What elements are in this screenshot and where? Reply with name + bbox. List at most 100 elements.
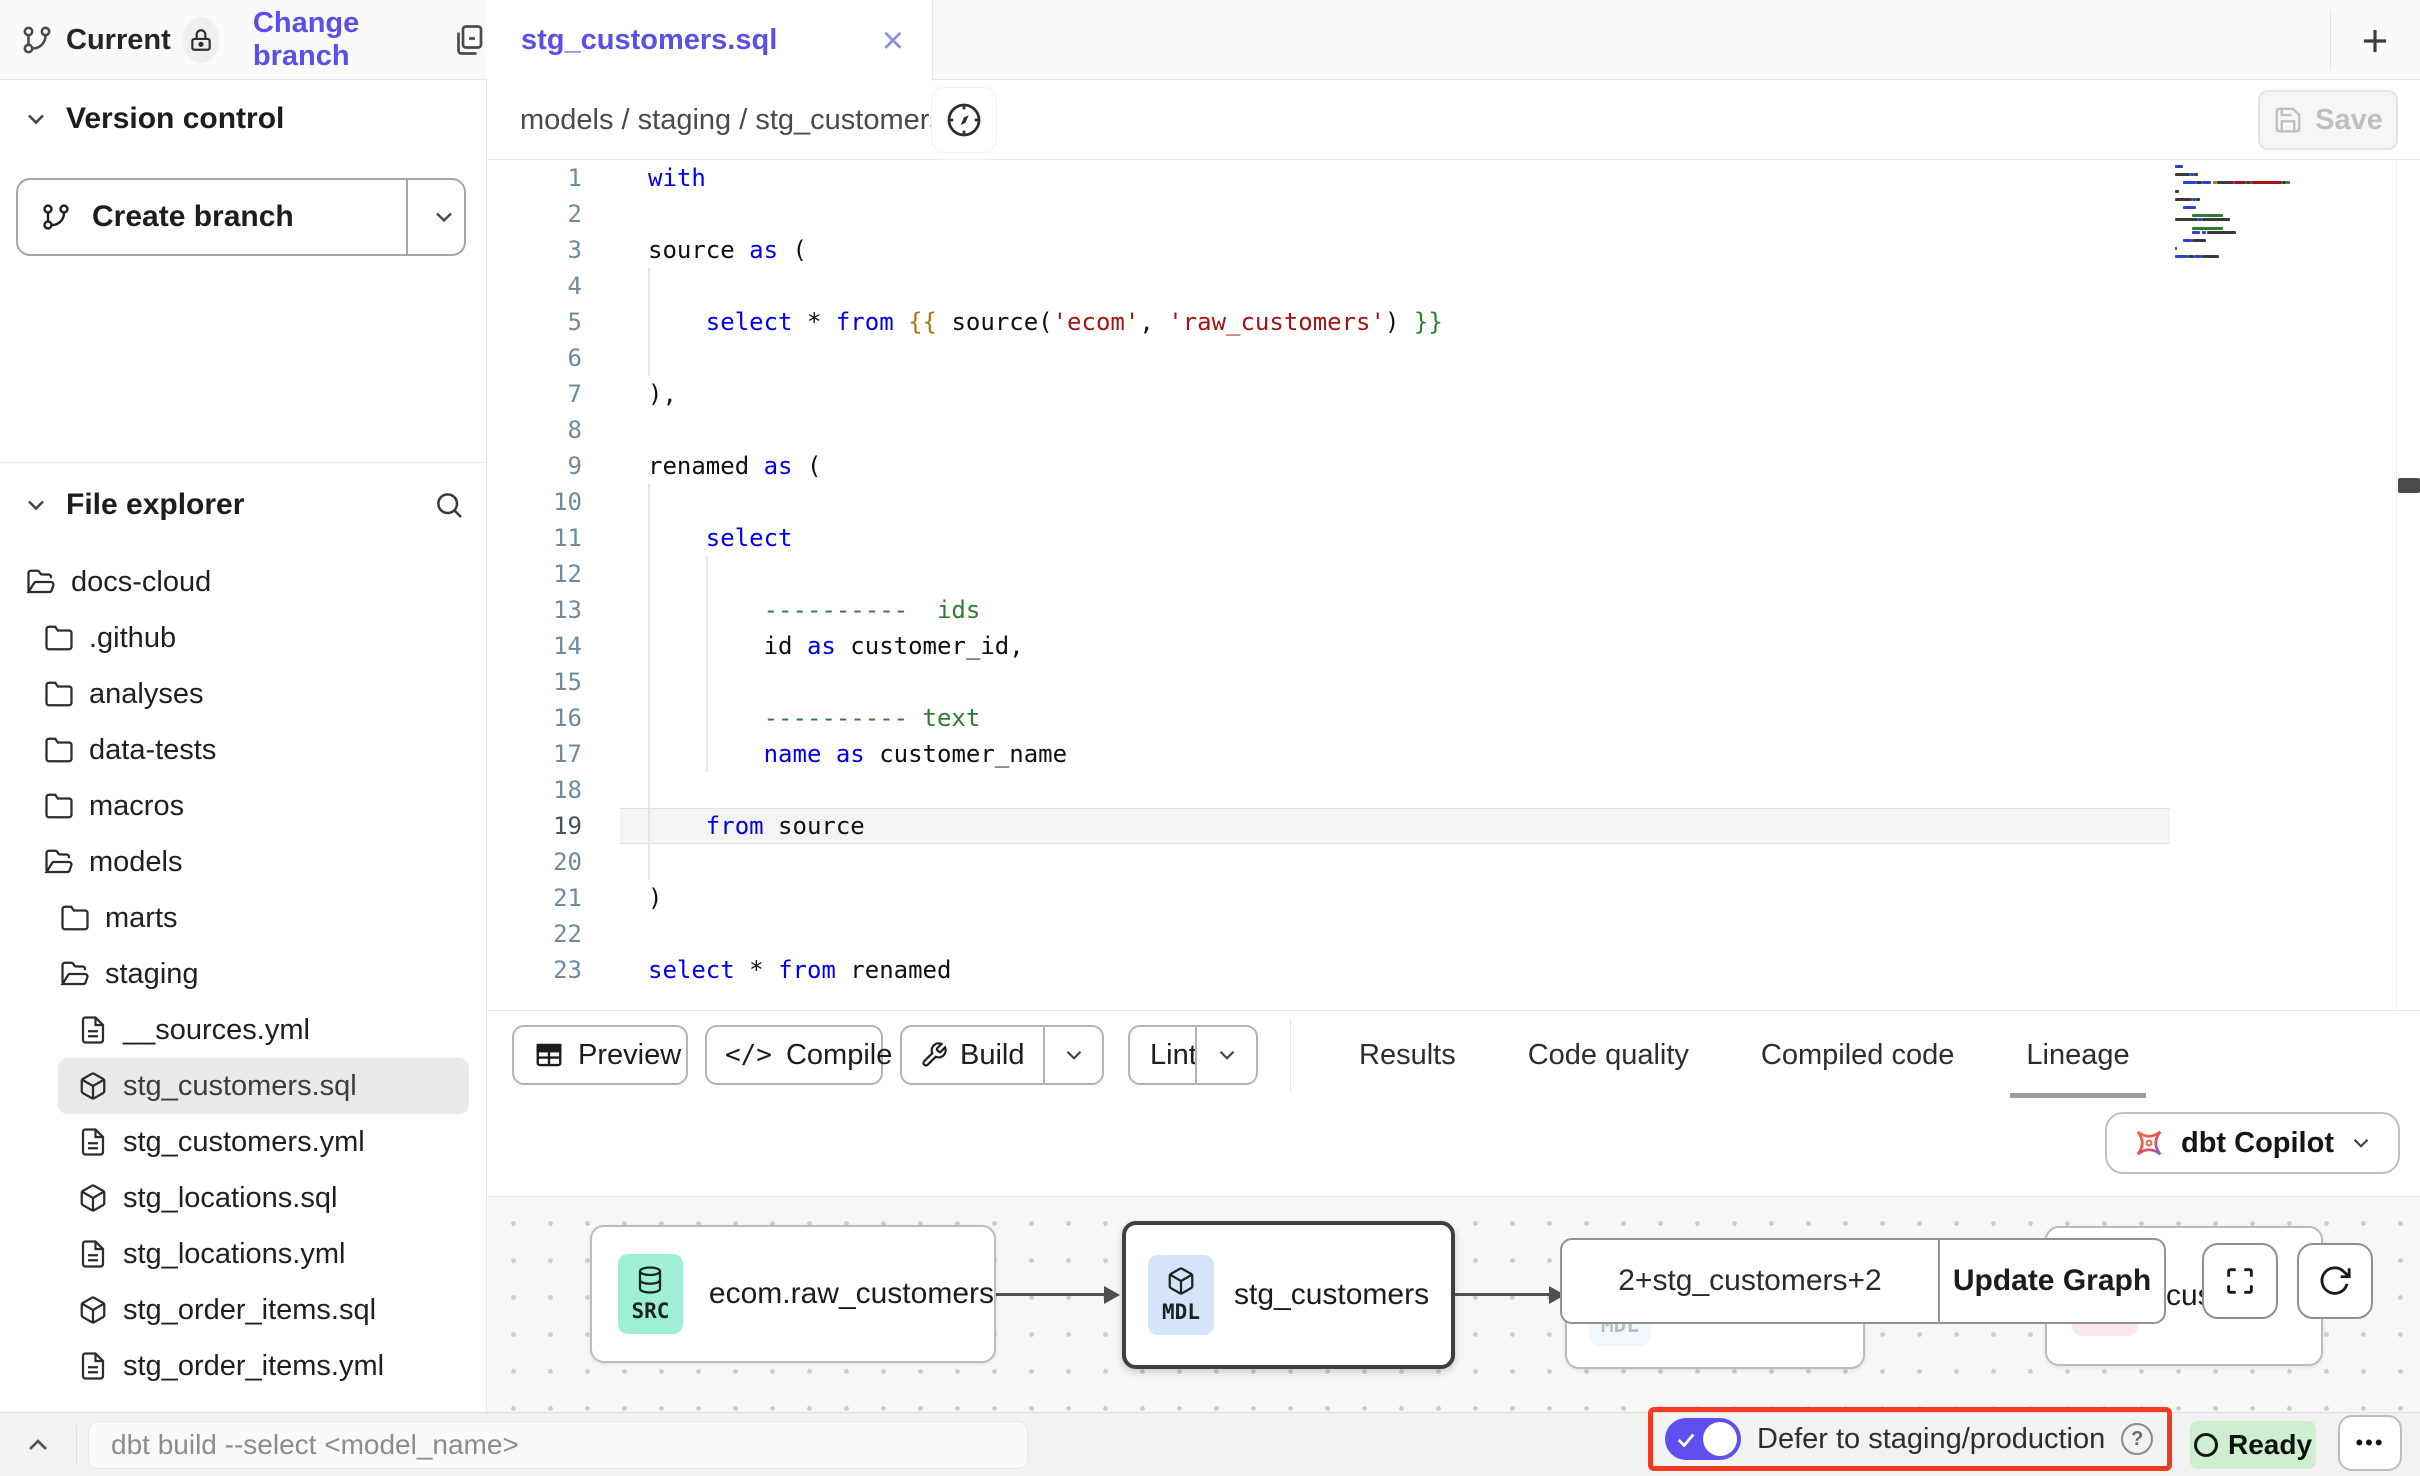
code-line[interactable]: 2 [487,196,2420,232]
file-item-label: analyses [89,678,203,711]
minimap-line [2246,181,2250,184]
update-graph-button[interactable]: Update Graph [1940,1240,2164,1322]
defer-toggle[interactable] [1665,1418,1741,1460]
file-item-data-tests[interactable]: data-tests [0,722,487,778]
lint-button[interactable]: Lint [1130,1039,1195,1072]
tab-stg-customers[interactable]: stg_customers.sql × [487,0,933,81]
chevron-down-icon [22,105,50,133]
tab-compiled-code[interactable]: Compiled code [1725,1011,1990,1099]
tab-lineage[interactable]: Lineage [1990,1011,2165,1099]
lint-dropdown[interactable] [1197,1042,1256,1068]
code-line[interactable]: 21) [487,880,2420,916]
code-text: id as customer_id, [620,632,1024,660]
file-item-analyses[interactable]: analyses [0,666,487,722]
more-options-button[interactable]: ••• [2338,1415,2402,1471]
code-line[interactable]: 14 id as customer_id, [487,628,2420,664]
chevron-up-icon[interactable] [22,1429,54,1461]
code-line[interactable]: 5 select * from {{ source('ecom', 'raw_c… [487,304,2420,340]
build-button[interactable]: Build [902,1039,1043,1072]
command-input[interactable]: dbt build --select <model_name> [88,1421,1028,1469]
version-control-header[interactable]: Version control [22,102,284,136]
file-item-staging[interactable]: staging [0,946,487,1002]
toggle-knob [1703,1422,1737,1456]
refresh-icon [2318,1264,2352,1298]
lineage-canvas[interactable]: SRC ecom.raw_customers MDL stg_customers… [487,1196,2420,1412]
copilot-icon [2131,1125,2167,1161]
code-line[interactable]: 17 name as customer_name [487,736,2420,772]
tab-code-quality[interactable]: Code quality [1492,1011,1725,1099]
tab-results[interactable]: Results [1323,1011,1492,1099]
model-health-chip[interactable] [931,87,997,153]
file-item-models[interactable]: models [0,834,487,890]
copy-icon[interactable] [451,22,487,58]
code-line[interactable]: 15 [487,664,2420,700]
minimap[interactable] [2165,162,2395,462]
preview-button[interactable]: Preview [512,1025,688,1085]
help-icon[interactable]: ? [2121,1423,2153,1455]
search-icon[interactable] [433,489,465,521]
file-item-label: stg_locations.sql [123,1182,337,1215]
code-line[interactable]: 11 select [487,520,2420,556]
code-line[interactable]: 19 from source [487,808,2420,844]
create-branch-button[interactable]: Create branch [16,178,466,256]
file-item-stg_customers.sql[interactable]: stg_customers.sql [58,1058,469,1114]
code-line[interactable]: 8 [487,412,2420,448]
change-branch-link[interactable]: Change branch [253,7,419,73]
create-branch-dropdown[interactable] [422,180,466,254]
file-item-stg_locations.sql[interactable]: stg_locations.sql [0,1170,487,1226]
code-line[interactable]: 16 ---------- text [487,700,2420,736]
lineage-selector-input[interactable]: 2+stg_customers+2 [1562,1240,1938,1322]
code-line[interactable]: 18 [487,772,2420,808]
file-item-.github[interactable]: .github [0,610,487,666]
file-item-__sources.yml[interactable]: __sources.yml [0,1002,487,1058]
code-line[interactable]: 12 [487,556,2420,592]
compile-button[interactable]: </> Compile [705,1025,883,1085]
code-line[interactable]: 10 [487,484,2420,520]
lint-split-button: Lint [1128,1025,1258,1085]
file-item-stg_order_items.yml[interactable]: stg_order_items.yml [0,1338,487,1394]
file-item-stg_customers.yml[interactable]: stg_customers.yml [0,1114,487,1170]
file-explorer-header[interactable]: File explorer [22,488,465,522]
code-line[interactable]: 13 ---------- ids [487,592,2420,628]
new-tab-button[interactable] [2352,18,2398,64]
minimap-line [2194,255,2202,258]
code-line[interactable]: 4 [487,268,2420,304]
lineage-node-source[interactable]: SRC ecom.raw_customers [590,1225,996,1363]
file-item-label: stg_order_items.sql [123,1294,376,1327]
file-item-stg_order_items.sql[interactable]: stg_order_items.sql [0,1282,487,1338]
line-number: 8 [487,416,620,444]
file-item-label: stg_customers.sql [123,1070,357,1103]
file-item-stg_locations.yml[interactable]: stg_locations.yml [0,1226,487,1282]
scrollbar-thumb[interactable] [2398,478,2420,493]
code-line[interactable]: 20 [487,844,2420,880]
code-line[interactable]: 1with [487,160,2420,196]
dbt-copilot-button[interactable]: dbt Copilot [2105,1112,2400,1174]
line-number: 4 [487,272,620,300]
version-control-title: Version control [66,102,284,136]
line-number: 20 [487,848,620,876]
code-line[interactable]: 6 [487,340,2420,376]
model-icon [78,1183,108,1213]
folder-icon [60,903,90,933]
copilot-label: dbt Copilot [2181,1127,2334,1160]
file-item-marts[interactable]: marts [0,890,487,946]
code-line[interactable]: 23select * from renamed [487,952,2420,988]
badge-label: MDL [1162,1300,1200,1324]
fullscreen-button[interactable] [2202,1243,2278,1319]
tab-close-icon[interactable]: × [882,22,904,60]
file-item-macros[interactable]: macros [0,778,487,834]
refresh-button[interactable] [2297,1243,2373,1319]
lineage-node-stg-customers[interactable]: MDL stg_customers [1122,1221,1455,1369]
code-line[interactable]: 22 [487,916,2420,952]
code-editor[interactable]: 1with23source as ( 4 5 select * from {{ so… [487,160,2420,1010]
file-item-label: marts [105,902,178,935]
check-icon [1675,1429,1697,1451]
save-button[interactable]: Save [2258,90,2398,150]
file-item-docs-cloud[interactable]: docs-cloud [0,554,487,610]
line-number: 5 [487,308,620,336]
code-line[interactable]: 7), [487,376,2420,412]
file-item-label: __sources.yml [123,1014,310,1047]
code-line[interactable]: 3source as ( [487,232,2420,268]
code-line[interactable]: 9renamed as ( [487,448,2420,484]
build-dropdown[interactable] [1045,1042,1102,1068]
